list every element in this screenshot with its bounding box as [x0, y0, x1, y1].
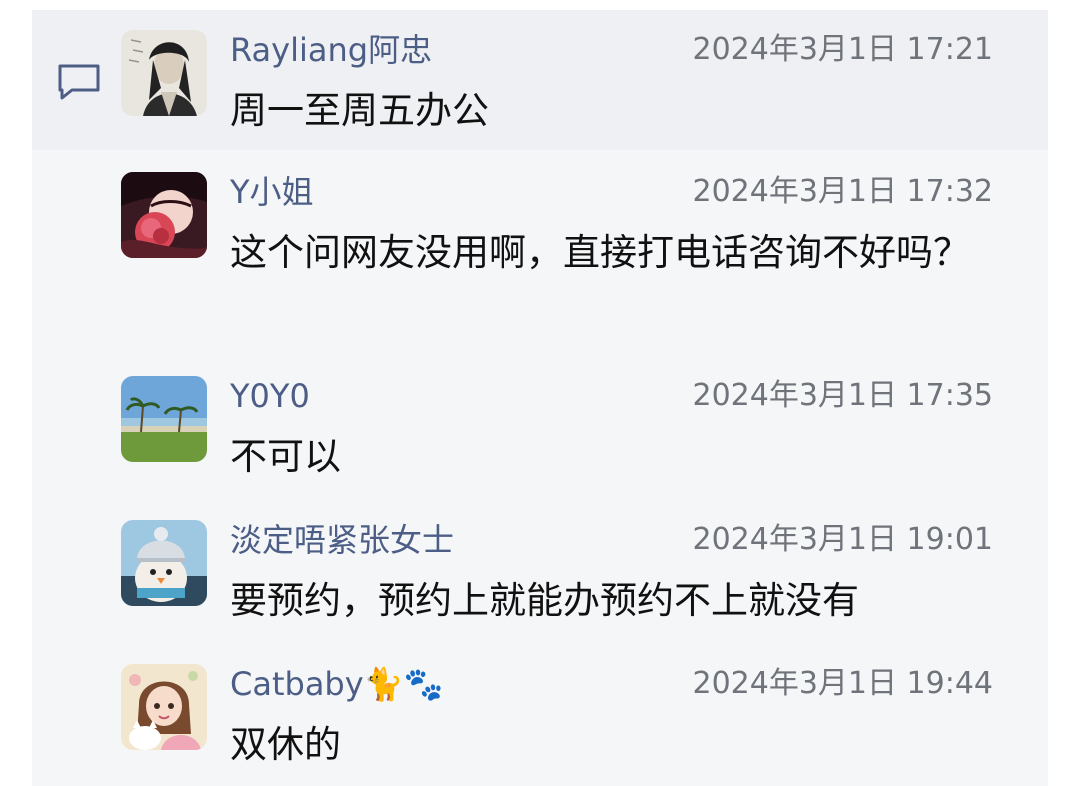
comment-timestamp: 2024年3月1日 19:01 — [692, 522, 993, 557]
comment-username[interactable]: Y0Y0 — [230, 376, 310, 416]
comment-timestamp: 2024年3月1日 19:44 — [692, 666, 993, 701]
comment-username[interactable]: Y小姐 — [230, 172, 314, 212]
comment-message: 双休的 — [230, 723, 341, 766]
comment-message: 不可以 — [230, 435, 341, 478]
avatar-knit-hat-penguin[interactable] — [121, 520, 207, 606]
comment-timestamp: 2024年3月1日 17:21 — [692, 32, 993, 67]
avatar-girl-with-flower[interactable] — [121, 172, 207, 258]
avatar-cartoon-girl-cat[interactable] — [121, 664, 207, 750]
comment-timestamp: 2024年3月1日 17:32 — [692, 174, 993, 209]
comment-username[interactable]: 淡定唔紧张女士 — [230, 520, 454, 560]
comment-message: 这个问网友没用啊，直接打电话咨询不好吗？ — [230, 231, 970, 274]
comment-bubble-icon[interactable] — [56, 62, 102, 102]
comment-username[interactable]: Catbaby🐈🐾 — [230, 664, 443, 704]
avatar-beach-palm-trees[interactable] — [121, 376, 207, 462]
comment-timestamp: 2024年3月1日 17:35 — [692, 378, 993, 413]
comment-message: 周一至周五办公 — [230, 89, 489, 132]
comment-username[interactable]: Rayliang阿忠 — [230, 30, 432, 70]
avatar-ink-painting-man[interactable] — [121, 30, 207, 116]
comment-message: 要预约，预约上就能办预约不上就没有 — [230, 579, 859, 622]
